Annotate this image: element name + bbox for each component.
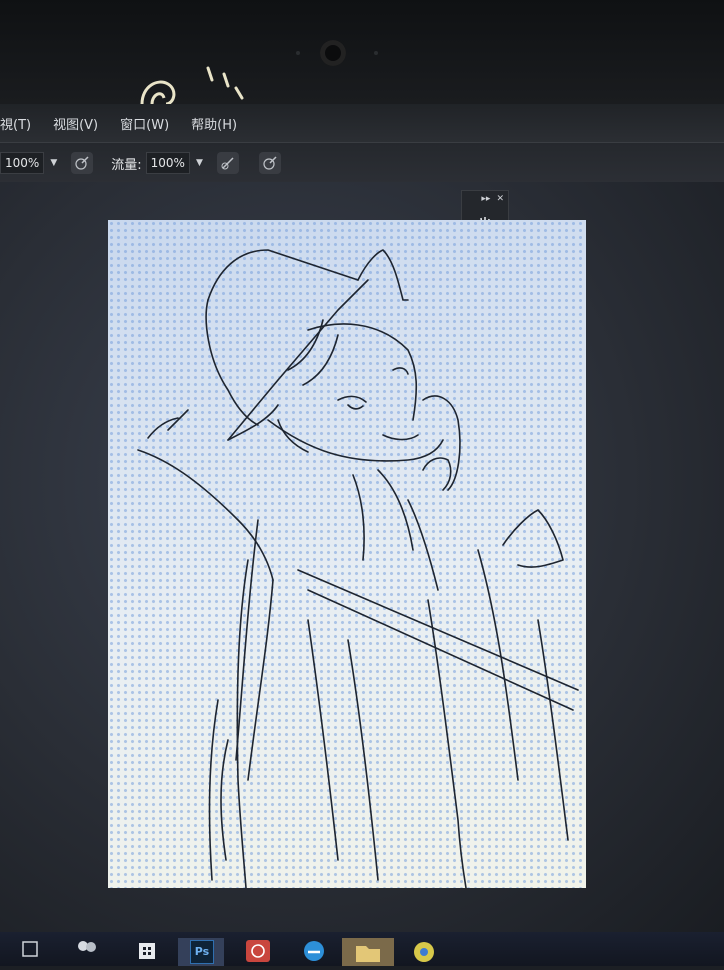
swirl-sticker-icon bbox=[140, 66, 244, 104]
chevron-down-icon[interactable]: ▼ bbox=[190, 158, 209, 168]
panel-header: ▸▸ ✕ bbox=[462, 191, 508, 207]
flow-label: 流量: bbox=[111, 157, 142, 173]
collapse-icon[interactable]: ▸▸ bbox=[481, 194, 490, 204]
windows-taskbar: Ps bbox=[0, 932, 724, 966]
photoshop-icon: Ps bbox=[190, 940, 214, 964]
flow-field[interactable]: 100% bbox=[145, 152, 190, 174]
folder-icon[interactable] bbox=[342, 938, 394, 966]
task-view-icon[interactable] bbox=[20, 938, 42, 966]
netease-music-icon[interactable] bbox=[244, 938, 272, 966]
close-icon[interactable]: ✕ bbox=[496, 194, 504, 204]
menu-bar: 視(T) 视图(V) 窗口(W) 帮助(H) bbox=[0, 104, 724, 142]
sensor-dot bbox=[374, 51, 378, 55]
menu-window[interactable]: 窗口(W) bbox=[120, 114, 169, 133]
sensor-dot bbox=[296, 51, 300, 55]
store-icon[interactable] bbox=[134, 938, 160, 966]
webcam bbox=[320, 40, 346, 66]
chrome-icon[interactable] bbox=[410, 938, 438, 966]
pressure-opacity-icon[interactable] bbox=[71, 152, 94, 174]
drawing-canvas[interactable] bbox=[108, 220, 586, 888]
menu-tools[interactable]: 視(T) bbox=[0, 114, 31, 133]
edge-icon[interactable] bbox=[300, 938, 328, 966]
menu-help[interactable]: 帮助(H) bbox=[191, 114, 237, 133]
photoshop-taskbar-button[interactable]: Ps bbox=[178, 938, 224, 966]
pressure-size-icon[interactable] bbox=[258, 152, 281, 174]
people-icon[interactable] bbox=[74, 938, 100, 966]
menu-view[interactable]: 视图(V) bbox=[53, 114, 98, 133]
monitor-bezel bbox=[0, 0, 724, 104]
line-art-sketch bbox=[137, 249, 579, 888]
options-bar: 100% ▼ 流量: 100% ▼ bbox=[0, 142, 724, 183]
chevron-down-icon[interactable]: ▼ bbox=[44, 158, 63, 168]
airbrush-icon[interactable] bbox=[216, 152, 239, 174]
opacity-field[interactable]: 100% bbox=[0, 152, 45, 174]
